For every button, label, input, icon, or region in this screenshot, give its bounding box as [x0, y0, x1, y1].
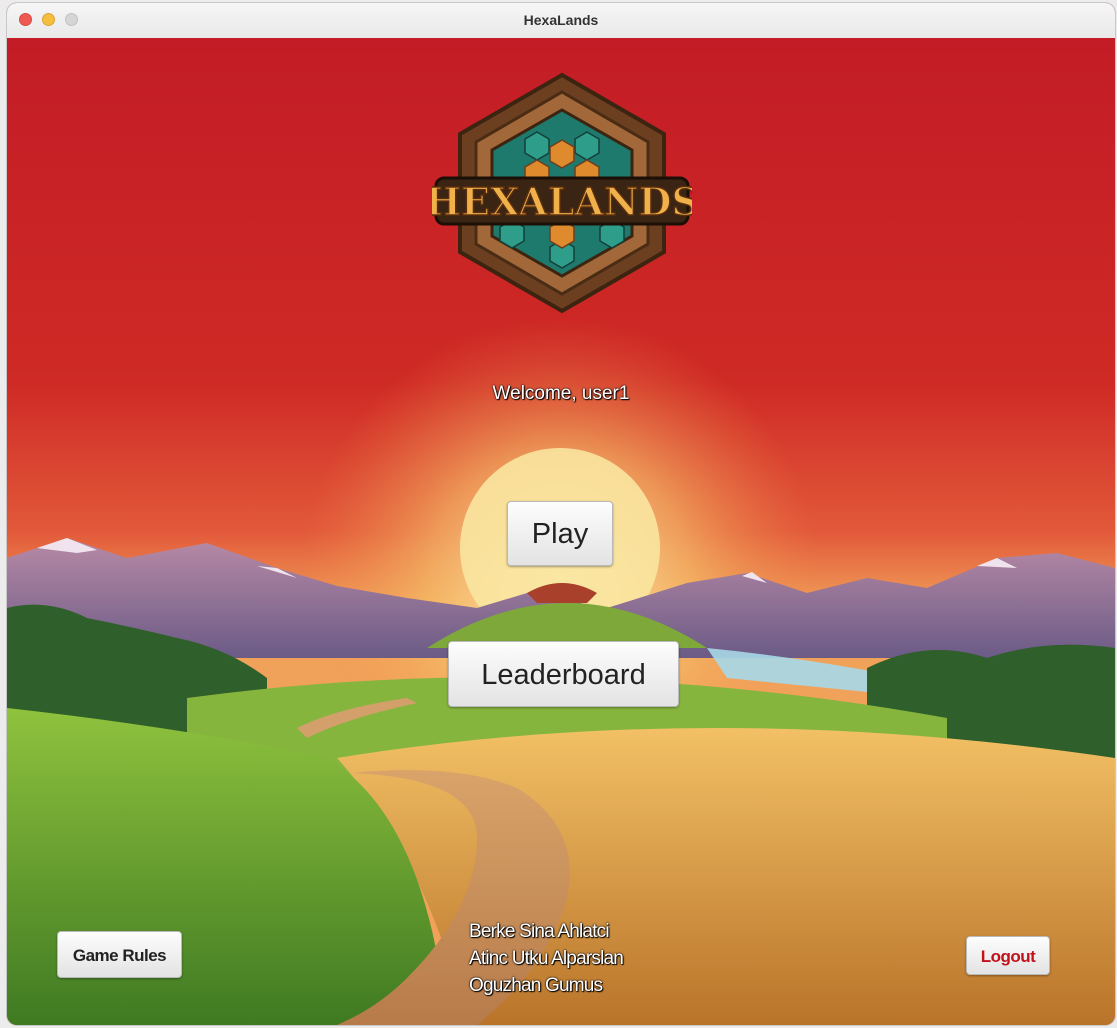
hexalands-logo: HEXALANDS — [432, 72, 692, 314]
logout-button[interactable]: Logout — [966, 936, 1050, 975]
credit-name: Atinc Utku Alparslan — [469, 948, 624, 969]
window-title: HexaLands — [523, 12, 599, 28]
leaderboard-button[interactable]: Leaderboard — [448, 641, 679, 707]
welcome-message: Welcome, user1 — [492, 383, 630, 404]
app-window: HexaLands HEXALANDS Welcome, user1 Play … — [7, 3, 1115, 1025]
game-rules-button[interactable]: Game Rules — [57, 931, 182, 978]
play-button[interactable]: Play — [507, 501, 613, 566]
logo-text: HEXALANDS — [432, 179, 692, 224]
title-bar[interactable]: HexaLands — [7, 3, 1115, 39]
credit-name: Berke Sina Ahlatci — [469, 921, 610, 942]
credit-name: Oguzhan Gumus — [469, 975, 603, 996]
credits: Berke Sina Ahlatci Atinc Utku Alparslan … — [469, 918, 624, 999]
main-menu-screen: HEXALANDS Welcome, user1 Play Leaderboar… — [7, 38, 1115, 1025]
